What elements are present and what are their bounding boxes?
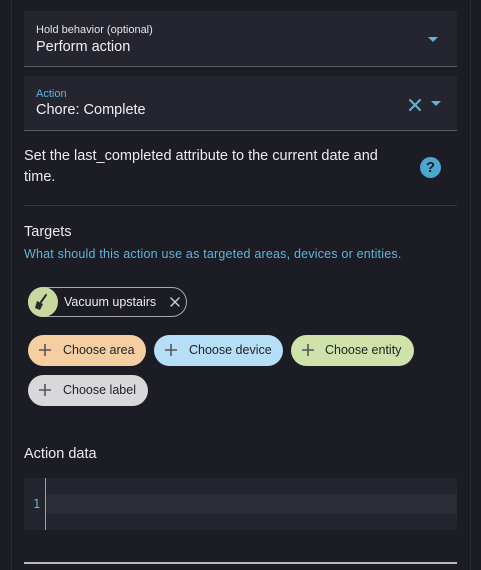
remove-entity-icon[interactable] xyxy=(170,297,180,307)
active-line-highlight xyxy=(46,494,457,514)
chevron-down-icon[interactable] xyxy=(428,37,438,42)
selected-entity-chip[interactable]: Vacuum upstairs xyxy=(28,287,187,317)
choose-device-button[interactable]: Choose device xyxy=(154,335,283,366)
action-description: Set the last_completed attribute to the … xyxy=(24,148,378,185)
hold-behavior-select[interactable]: Hold behavior (optional) Perform action xyxy=(24,11,457,67)
section-divider xyxy=(24,205,457,206)
choose-device-label: Choose device xyxy=(189,343,272,357)
close-icon[interactable] xyxy=(408,98,422,112)
choose-label-button[interactable]: Choose label xyxy=(28,375,148,406)
chevron-down-icon[interactable] xyxy=(431,101,441,106)
plus-icon xyxy=(302,344,314,356)
plus-icon xyxy=(39,344,51,356)
line-number: 1 xyxy=(33,497,41,511)
action-data-editor[interactable]: 1 xyxy=(24,478,457,530)
choose-entity-button[interactable]: Choose entity xyxy=(291,335,414,366)
plus-icon xyxy=(165,344,177,356)
choose-area-label: Choose area xyxy=(63,343,135,357)
action-label: Action xyxy=(36,88,67,100)
hold-behavior-label: Hold behavior (optional) xyxy=(36,24,153,36)
choose-label-label: Choose label xyxy=(63,383,136,397)
action-value: Chore: Complete xyxy=(36,102,146,118)
editor-cursor xyxy=(45,478,46,530)
action-select[interactable]: Action Chore: Complete xyxy=(24,76,457,131)
targets-title: Targets xyxy=(24,224,72,240)
selected-entity-label: Vacuum upstairs xyxy=(64,295,157,309)
bottom-divider xyxy=(24,562,457,564)
choose-area-button[interactable]: Choose area xyxy=(28,335,146,366)
broom-icon xyxy=(28,287,58,317)
action-data-title: Action data xyxy=(24,446,97,462)
choose-entity-label: Choose entity xyxy=(325,343,402,357)
hold-behavior-value: Perform action xyxy=(36,39,131,55)
help-icon[interactable]: ? xyxy=(420,157,441,178)
targets-subtitle: What should this action use as targeted … xyxy=(24,247,402,261)
plus-icon xyxy=(39,384,51,396)
